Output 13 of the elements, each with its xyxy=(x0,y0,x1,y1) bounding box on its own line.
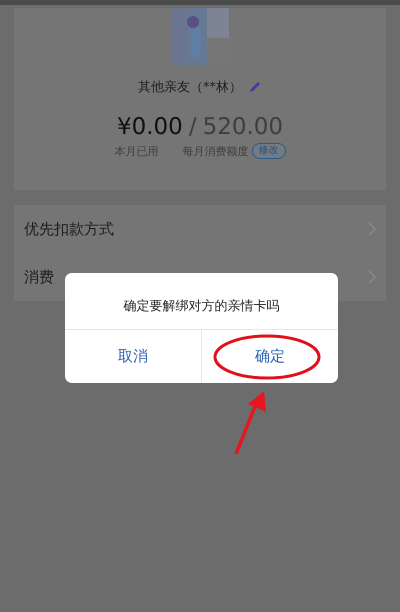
annotation-arrow xyxy=(234,390,268,456)
contact-name: 其他亲友（**林） xyxy=(138,79,242,96)
menu-item[interactable]: 消费 xyxy=(24,268,54,286)
dialog-message: 确定要解绑对方的亲情卡吗 xyxy=(65,273,338,330)
limit-amount: 520.00 xyxy=(202,114,284,140)
menu-item[interactable]: 优先扣款方式 xyxy=(24,220,114,238)
dialog-button[interactable]: 取消 xyxy=(110,343,156,370)
pencil-icon[interactable] xyxy=(248,80,262,94)
edit-button[interactable]: 修改 xyxy=(252,143,286,159)
limit-label: 每月消费额度 xyxy=(182,144,248,158)
amount-separator: / xyxy=(188,114,197,140)
spent-amount: ¥0.00 xyxy=(116,114,183,140)
spent-label: 本月已用 xyxy=(114,144,158,158)
